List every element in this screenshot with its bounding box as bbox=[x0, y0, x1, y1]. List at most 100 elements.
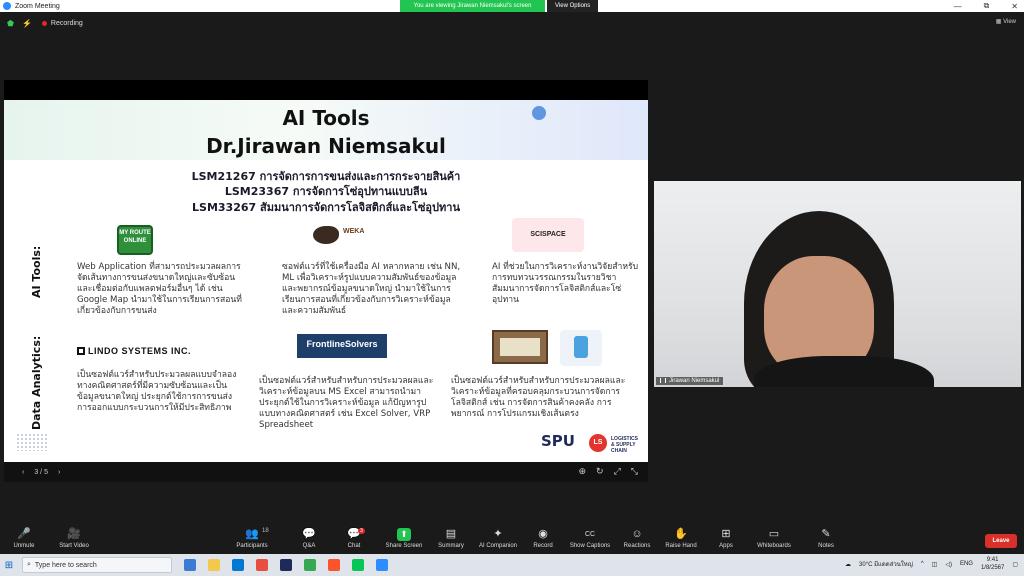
lindo-systems-logo: LINDO SYSTEMS INC. bbox=[77, 346, 191, 356]
window-title: Zoom Meeting bbox=[15, 2, 60, 10]
participant-name-tag: Jirawan Niemsakul bbox=[656, 377, 724, 385]
video-camera-icon: 🎥 bbox=[67, 528, 81, 540]
meeting-toolbar: 🎤 Unmute 🎥 Start Video 👥 Participants 18 💬 Q&… bbox=[0, 526, 1024, 554]
volume-icon[interactable]: ◁) bbox=[945, 561, 952, 568]
next-slide-icon[interactable]: › bbox=[58, 469, 60, 476]
taskbar-search[interactable]: ⌕ Type here to search bbox=[22, 557, 172, 573]
participant-name: Jirawan Niemsakul bbox=[669, 378, 720, 384]
share-banner: You are viewing Jirawan Niemsakul's scre… bbox=[400, 0, 599, 12]
lindo-logo-text: LINDO SYSTEMS INC. bbox=[88, 346, 192, 356]
weka-logo: WEKA bbox=[309, 222, 369, 248]
slide-navigation: ‹ 3 / 5 › bbox=[22, 469, 60, 476]
slide-author: Dr.Jirawan Niemsakul bbox=[206, 134, 446, 158]
view-options-button[interactable]: View Options bbox=[547, 0, 599, 12]
tray-chevron-icon[interactable]: ^ bbox=[921, 561, 924, 567]
view-button[interactable]: ▦ View bbox=[996, 18, 1016, 25]
reactions-label: Reactions bbox=[623, 543, 651, 549]
taskbar-apps bbox=[184, 559, 388, 571]
ai-companion-icon: ✦ bbox=[493, 528, 503, 540]
apps-label: Apps bbox=[719, 543, 733, 549]
summary-label: Summary bbox=[438, 543, 464, 549]
start-video-label: Start Video bbox=[59, 543, 89, 549]
notes-label: Notes bbox=[818, 543, 834, 549]
chat-label: Chat bbox=[347, 543, 361, 549]
participants-label: Participants bbox=[236, 543, 268, 549]
line-icon[interactable] bbox=[352, 559, 364, 571]
frontline-solvers-logo: FrontlineSolvers bbox=[297, 334, 387, 358]
whiteboards-button[interactable]: ▭ Whiteboards bbox=[744, 528, 804, 549]
chrome-icon[interactable] bbox=[304, 559, 316, 571]
mail-icon[interactable] bbox=[232, 559, 244, 571]
weather-text[interactable]: 30°C มีแดดส่วนใหญ่ bbox=[859, 559, 913, 569]
share-screen-icon: ⬆ bbox=[397, 528, 411, 541]
close-button[interactable]: ✕ bbox=[1011, 2, 1018, 11]
scispace-description: AI ที่ช่วยในการวิเคราะห์งานวิจัยสำหรับกา… bbox=[492, 262, 639, 305]
zoom-in-icon[interactable]: ⊕ bbox=[579, 466, 587, 477]
slide-title: AI Tools bbox=[282, 106, 370, 130]
edge-icon[interactable] bbox=[184, 559, 196, 571]
leave-button[interactable]: Leave bbox=[985, 534, 1017, 548]
start-video-button[interactable]: 🎥 Start Video bbox=[44, 528, 104, 549]
fit-icon[interactable]: ⤡ bbox=[631, 466, 638, 477]
section-label-data-analytics: Data Analytics: bbox=[30, 335, 43, 430]
participant-video[interactable]: Jirawan Niemsakul bbox=[654, 181, 1021, 387]
windows-taskbar: ⊞ ⌕ Type here to search ☁ 30°C มีแดดส่วน… bbox=[0, 554, 1024, 576]
language-indicator[interactable]: ENG bbox=[960, 561, 973, 567]
decorative-dot-grid bbox=[16, 433, 48, 451]
view-label: View bbox=[1003, 19, 1016, 25]
weka-description: ซอฟต์แวร์ที่ใช้เครื่องมือ AI หลากหลาย เช… bbox=[282, 262, 461, 316]
zoom-taskbar-icon[interactable] bbox=[376, 559, 388, 571]
window-titlebar: Zoom Meeting You are viewing Jirawan Nie… bbox=[0, 0, 1024, 12]
search-icon: ⌕ bbox=[27, 561, 31, 568]
office-icon[interactable] bbox=[256, 559, 268, 571]
spu-logo-text: SPU bbox=[541, 432, 575, 450]
share-banner-message: You are viewing Jirawan Niemsakul's scre… bbox=[400, 0, 545, 12]
minimize-button[interactable]: — bbox=[954, 2, 962, 11]
participant-shirt bbox=[754, 356, 934, 387]
zoom-app-icon bbox=[3, 2, 11, 10]
ai-companion-label: AI Companion bbox=[478, 543, 518, 549]
taskbar-clock[interactable]: 9:41 1/8/2567 bbox=[981, 556, 1004, 572]
restore-button[interactable]: ⧉ bbox=[984, 1, 990, 11]
record-icon: ◉ bbox=[538, 528, 548, 540]
brave-icon[interactable] bbox=[328, 559, 340, 571]
captions-icon: CC bbox=[584, 531, 596, 538]
logistics-circle-icon: LS bbox=[589, 434, 607, 452]
notifications-icon[interactable]: ▢ bbox=[1012, 561, 1018, 568]
file-explorer-icon[interactable] bbox=[208, 559, 220, 571]
myroute-online-logo: MY ROUTE ONLINE bbox=[117, 225, 153, 255]
recording-label[interactable]: Recording bbox=[51, 20, 83, 27]
search-placeholder: Type here to search bbox=[34, 561, 97, 569]
book-software-logo bbox=[492, 330, 548, 364]
record-label: Record bbox=[533, 543, 553, 549]
summary-icon: ▤ bbox=[445, 528, 457, 540]
notes-icon: ✎ bbox=[821, 528, 831, 540]
slide-controls-bar: ‹ 3 / 5 › ⊕ ↻ ⤢ ⤡ bbox=[4, 462, 648, 482]
qa-label: Q&A bbox=[302, 543, 316, 549]
slide-tools: ⊕ ↻ ⤢ ⤡ bbox=[579, 466, 639, 477]
expand-icon[interactable]: ⤢ bbox=[614, 466, 621, 477]
books-description: เป็นซอฟต์แวร์สำหรับสำหรับการประมวลผลและว… bbox=[451, 376, 626, 419]
raise-hand-label: Raise Hand bbox=[665, 543, 697, 549]
chat-badge: 3 bbox=[358, 528, 365, 534]
network-icon[interactable]: ◫ bbox=[932, 561, 938, 568]
course-line-3: LSM33267 สัมมนาการจัดการโลจิสติกส์และโซ่… bbox=[192, 201, 460, 214]
participants-button[interactable]: 👥 Participants 18 bbox=[222, 528, 282, 549]
lightning-icon[interactable]: ⚡ bbox=[22, 19, 32, 28]
shared-screen[interactable]: AI Tools Dr.Jirawan Niemsakul LSM21267 ก… bbox=[4, 80, 648, 482]
notes-button[interactable]: ✎ Notes bbox=[796, 528, 856, 549]
windows-start-icon[interactable]: ⊞ bbox=[0, 554, 18, 576]
unmute-label: Unmute bbox=[13, 543, 35, 549]
whiteboards-label: Whiteboards bbox=[757, 543, 791, 549]
photoshop-icon[interactable] bbox=[280, 559, 292, 571]
previous-slide-icon[interactable]: ‹ bbox=[22, 469, 24, 476]
reactions-icon: ☺ bbox=[631, 528, 643, 540]
recording-dot-icon bbox=[41, 20, 47, 26]
frontline-description: เป็นซอฟต์แวร์สำหรับสำหรับการประมวลผลและว… bbox=[259, 376, 434, 430]
section-label-ai-tools: AI Tools: bbox=[30, 245, 43, 298]
logistics-logo-text: LOGISTICS & SUPPLY CHAIN bbox=[611, 436, 638, 454]
shield-icon[interactable]: ⬟ bbox=[7, 19, 14, 28]
rotate-icon[interactable]: ↻ bbox=[596, 466, 604, 477]
meeting-top-bar: ⬟ ⚡ Recording ▦ View bbox=[0, 12, 1024, 34]
weather-icon[interactable]: ☁ bbox=[845, 561, 851, 568]
